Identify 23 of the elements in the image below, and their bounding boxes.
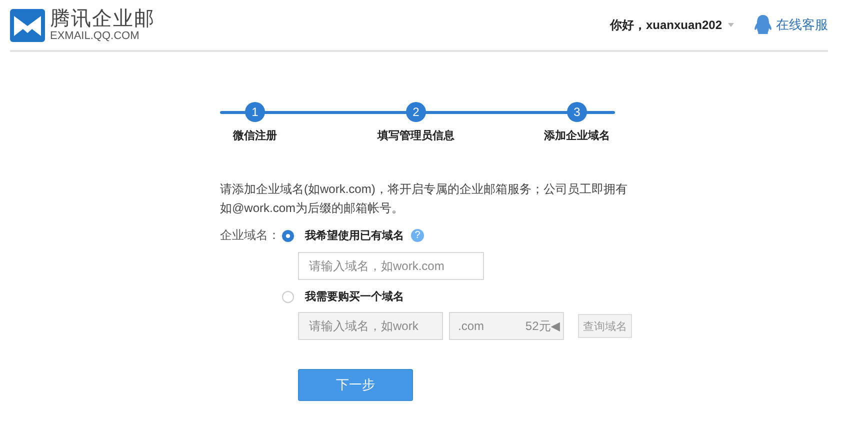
- caret-icon[interactable]: [728, 23, 734, 27]
- user-greeting[interactable]: 你好，xuanxuan202: [610, 16, 722, 34]
- penguin-icon[interactable]: [754, 15, 772, 35]
- step-label: 填写管理员信息: [378, 128, 454, 143]
- option-label[interactable]: 我希望使用已有域名: [305, 228, 404, 243]
- step-label: 添加企业域名: [544, 128, 610, 143]
- brand-name: 腾讯企业邮: [50, 8, 155, 30]
- option-label[interactable]: 我需要购买一个域名: [305, 289, 404, 304]
- query-button[interactable]: 查询域名: [578, 314, 632, 338]
- radio-button[interactable]: [282, 290, 294, 302]
- radio-button[interactable]: [282, 230, 294, 242]
- field-label: 企业域名：: [220, 227, 281, 244]
- domain-input[interactable]: 请输入域名，如work.com: [298, 252, 484, 280]
- next-button[interactable]: 下一步: [298, 369, 413, 401]
- step-number: 1: [245, 102, 265, 122]
- brand-domain: EXMAIL.QQ.COM: [50, 30, 140, 42]
- support-link[interactable]: 在线客服: [776, 16, 828, 34]
- step-label: 微信注册: [233, 128, 277, 143]
- suffix-dropdown[interactable]: .com 52元◀: [449, 312, 564, 340]
- step-number: 2: [406, 102, 426, 122]
- intro-text: 请添加企业域名(如work.com)，将开启专属的企业邮箱服务；公司员工即拥有如@work.com为后缀的邮箱帐号。: [220, 181, 628, 217]
- step-number: 3: [567, 102, 587, 122]
- logo-icon: [10, 8, 45, 42]
